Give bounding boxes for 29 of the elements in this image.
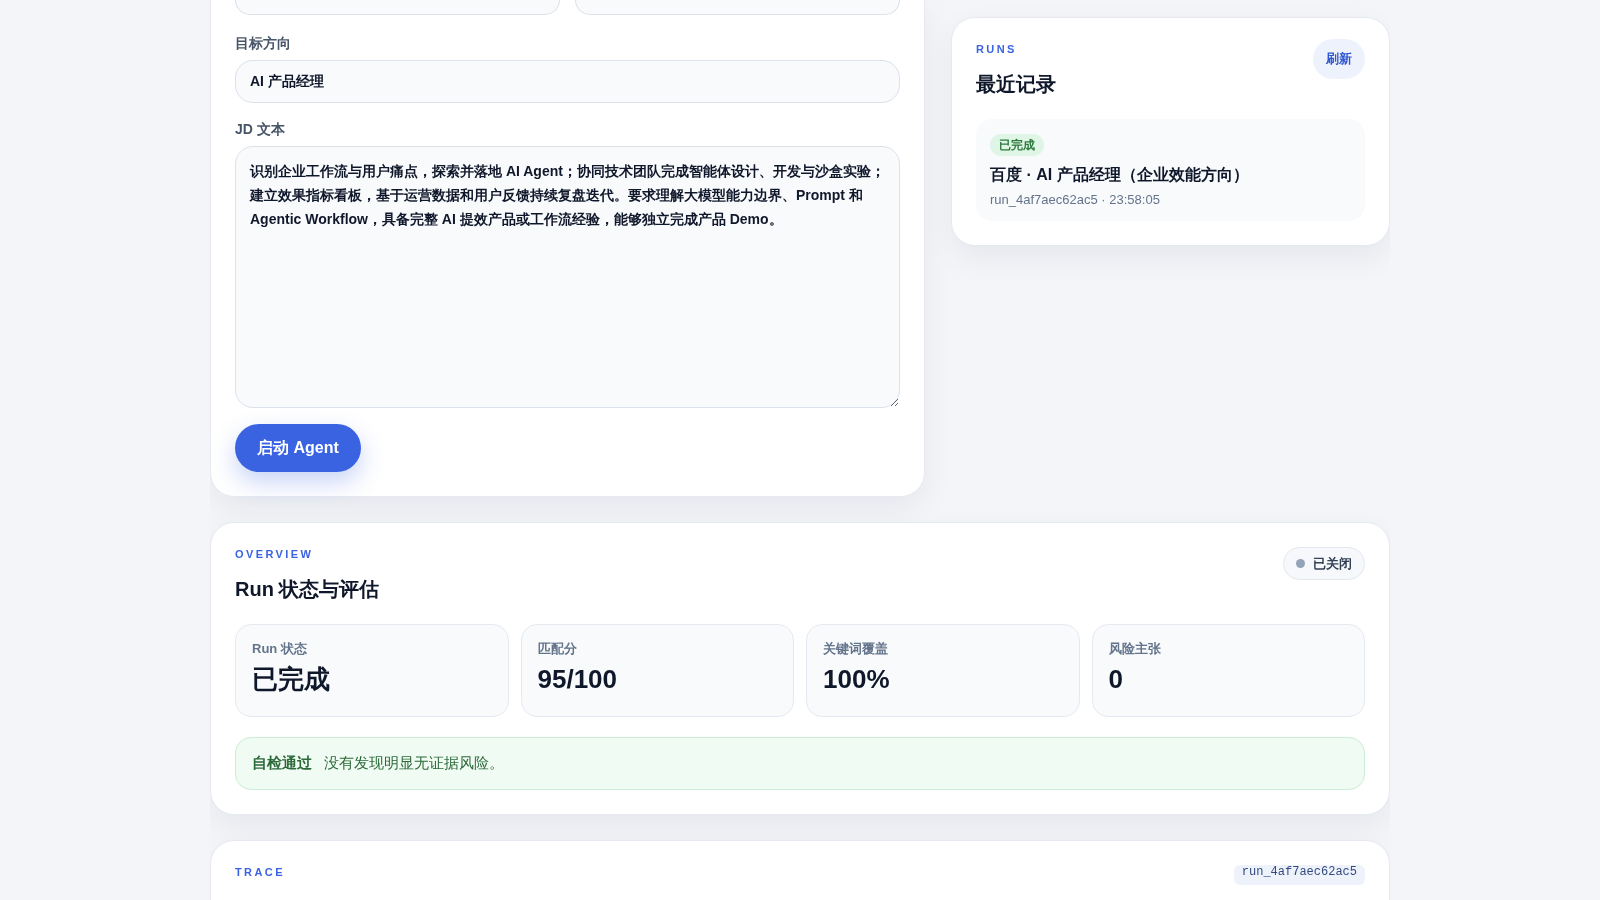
refresh-button[interactable]: 刷新 [1313, 39, 1365, 79]
run-title: 百度 · AI 产品经理（企业效能方向） [990, 165, 1249, 185]
input-field[interactable] [575, 0, 900, 15]
textarea-field[interactable]: 识别企业工作流与用户痛点，探索并落地 AI Agent；协同技术团队完成智能体设计、开发与沙盒实验；建立效果指标看板，基于运营数据和用户反馈持续复盘迭代。要求理解大模型能力边界、Prompt 和 Agentic Workflow，具备完整 AI 提效产品或工作流经验，能够独立完成产品 Demo。 [235, 146, 900, 408]
metric-label: Run 状态 [252, 640, 307, 658]
run-meta: run_4af7aec62ac5 · 23:58:05 [990, 191, 1160, 209]
section-title: 最近记录 [976, 72, 1056, 97]
section-eyebrow: RUNS [976, 42, 1017, 56]
input-field[interactable]: AI 产品经理 [235, 60, 900, 103]
metric-label: 风险主张 [1108, 640, 1161, 658]
metric-value: 已完成 [252, 663, 330, 696]
metric-label: 关键词覆盖 [823, 640, 888, 658]
section-title: Run 状态与评估 [235, 577, 380, 602]
metric-value: 100% [823, 663, 890, 696]
status-badge: 已完成 [990, 134, 1044, 156]
metric-value: 95/100 [537, 663, 618, 696]
input-field[interactable] [235, 0, 560, 15]
section-eyebrow: OVERVIEW [235, 547, 314, 561]
run-id-chip: run_4af7aec62ac5 [1233, 865, 1365, 885]
check-message: 没有发现明显无证据风险。 [324, 754, 504, 773]
metric-value: 0 [1108, 663, 1123, 696]
metric-label: 匹配分 [537, 640, 577, 658]
start-button[interactable]: 启动 Agent [235, 424, 361, 472]
field-label: JD 文本 [235, 120, 285, 139]
status-label: 已关闭 [1313, 554, 1352, 573]
run-list-item[interactable]: 已完成 百度 · AI 产品经理（企业效能方向） run_4af7aec62ac5 · 23:58:05 [976, 119, 1365, 221]
check-title: 自检通过 [252, 754, 312, 773]
section-eyebrow: TRACE [235, 865, 285, 879]
field-label: 目标方向 [235, 34, 291, 53]
